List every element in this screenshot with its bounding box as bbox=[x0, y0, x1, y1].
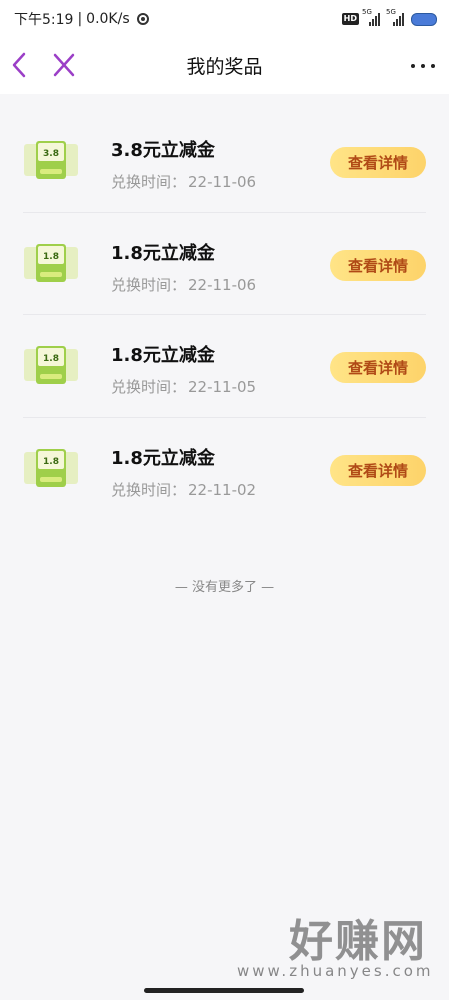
coupon-thumbnail-icon: 1.8 bbox=[24, 346, 78, 384]
prize-name: 1.8元立减金 bbox=[111, 242, 215, 264]
hd-badge: HD bbox=[341, 13, 359, 25]
more-dot-icon bbox=[431, 64, 435, 68]
status-left: 下午5:19 | 0.0K/s bbox=[14, 9, 149, 29]
watermark-domain: www.zhuanyes.com bbox=[237, 962, 434, 980]
list-end-text: — 没有更多了 — bbox=[174, 580, 275, 595]
coupon-thumb-value: 1.8 bbox=[43, 354, 59, 364]
status-time: 下午5:19 bbox=[14, 12, 74, 28]
more-options-button[interactable] bbox=[411, 56, 435, 76]
status-right: HD 5G 5G bbox=[341, 8, 437, 26]
header: 我的奖品 bbox=[0, 38, 449, 94]
network-type-1: 5G bbox=[362, 8, 372, 16]
coupon-thumbnail-icon: 1.8 bbox=[24, 448, 78, 487]
view-details-button[interactable]: 查看详情 bbox=[330, 454, 426, 486]
view-details-button[interactable]: 查看详情 bbox=[330, 352, 426, 383]
date-value: 22-11-06 bbox=[188, 275, 257, 294]
status-bar: 下午5:19 | 0.0K/s HD 5G 5G bbox=[0, 0, 449, 38]
status-separator: | bbox=[77, 11, 83, 27]
signal-icon-2: 5G bbox=[386, 8, 407, 26]
prize-date: 兑换时间： 22-11-02 bbox=[111, 479, 256, 500]
more-dot-icon bbox=[421, 64, 425, 68]
coupon-thumb-value: 1.8 bbox=[43, 252, 59, 262]
date-label: 兑换时间： bbox=[111, 480, 187, 499]
prize-name: 1.8元立减金 bbox=[111, 447, 215, 469]
home-indicator[interactable] bbox=[144, 988, 304, 993]
prize-date: 兑换时间： 22-11-06 bbox=[111, 171, 256, 192]
record-icon bbox=[136, 13, 149, 25]
prize-name: 3.8元立减金 bbox=[111, 140, 215, 161]
battery-icon bbox=[411, 12, 437, 26]
prize-date: 兑换时间： 22-11-05 bbox=[111, 376, 256, 397]
date-label: 兑换时间： bbox=[111, 173, 187, 191]
watermark-logo-text: 好赚网 bbox=[289, 916, 427, 967]
coupon-thumbnail-icon: 3.8 bbox=[24, 141, 78, 179]
prize-item: 1.8 1.8元立减金 兑换时间： 22-11-05 查看详情 bbox=[23, 315, 426, 418]
page-title: 我的奖品 bbox=[186, 56, 263, 78]
signal-icon-1: 5G bbox=[362, 8, 383, 26]
date-value: 22-11-06 bbox=[188, 173, 257, 191]
date-value: 22-11-05 bbox=[188, 378, 257, 396]
date-label: 兑换时间： bbox=[111, 275, 187, 294]
coupon-thumb-value: 3.8 bbox=[43, 149, 59, 159]
network-speed: 0.0K/s bbox=[86, 11, 130, 27]
more-dot-icon bbox=[411, 64, 415, 68]
prize-name: 1.8元立减金 bbox=[111, 345, 215, 366]
prize-list: 3.8 3.8元立减金 兑换时间： 22-11-06 查看详情 1.8 1.8元立… bbox=[0, 110, 449, 520]
watermark: 好赚网 www.zhuanyes.com bbox=[237, 916, 434, 981]
prize-date: 兑换时间： 22-11-06 bbox=[111, 274, 256, 295]
prize-item: 1.8 1.8元立减金 兑换时间： 22-11-06 查看详情 bbox=[23, 213, 426, 315]
view-details-button[interactable]: 查看详情 bbox=[330, 249, 426, 281]
network-type-2: 5G bbox=[386, 8, 396, 16]
date-value: 22-11-02 bbox=[188, 480, 257, 499]
coupon-thumbnail-icon: 1.8 bbox=[24, 243, 78, 282]
prize-item: 1.8 1.8元立减金 兑换时间： 22-11-02 查看详情 bbox=[23, 418, 426, 521]
prize-item: 3.8 3.8元立减金 兑换时间： 22-11-06 查看详情 bbox=[23, 110, 426, 213]
coupon-thumb-value: 1.8 bbox=[43, 457, 59, 467]
date-label: 兑换时间： bbox=[111, 378, 187, 396]
view-details-button[interactable]: 查看详情 bbox=[330, 147, 426, 178]
